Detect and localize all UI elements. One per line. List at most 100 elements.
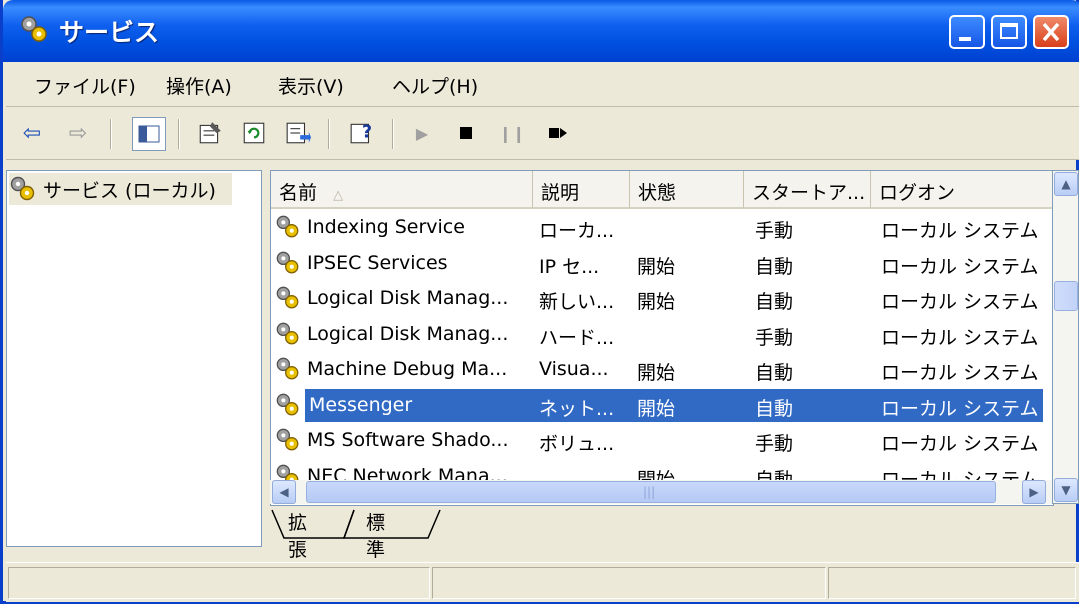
- scroll-up-button[interactable]: ▲: [1054, 172, 1078, 196]
- status-panel-3: [828, 567, 1076, 599]
- cell-name: MS Software Shado...: [307, 429, 509, 451]
- cell-status: 開始: [637, 255, 676, 278]
- cell-logon: ローカル システム: [881, 433, 1039, 455]
- grip-icon: |||: [643, 485, 656, 499]
- horizontal-scroll-thumb[interactable]: |||: [306, 481, 996, 503]
- tree-item-label: サービス (ローカル): [43, 179, 216, 202]
- cell-description: ネット...: [539, 397, 615, 420]
- stop-service-icon: [460, 127, 472, 139]
- table-row[interactable]: Messenger ネット... 開始 自動 ローカル システム: [276, 388, 1043, 422]
- export-list-button[interactable]: [282, 117, 314, 149]
- column-description-label: 説明: [541, 182, 580, 204]
- show-hide-tree-icon: [138, 125, 160, 143]
- title-bar[interactable]: サービス: [3, 0, 1079, 62]
- cell-description: ボリュ...: [539, 433, 615, 455]
- toolbar-separator: [328, 119, 330, 149]
- cell-status: 開始: [637, 291, 676, 313]
- status-panel-1: [8, 567, 430, 599]
- help-button[interactable]: ?: [346, 117, 378, 149]
- cell-logon: ローカル システム: [881, 220, 1039, 242]
- cell-startup-type: 自動: [755, 255, 794, 278]
- show-hide-tree-button[interactable]: [132, 117, 166, 151]
- menu-action[interactable]: 操作(A): [166, 72, 232, 99]
- cell-name: Indexing Service: [307, 216, 465, 238]
- properties-button[interactable]: [194, 117, 226, 149]
- column-status[interactable]: 状態: [630, 171, 744, 209]
- column-startup-type[interactable]: スタートア...: [744, 171, 871, 209]
- cell-logon: ローカル システム: [881, 397, 1039, 420]
- cell-logon: ローカル システム: [881, 291, 1039, 313]
- back-button[interactable]: ⇦: [16, 117, 48, 149]
- cell-startup-type: 手動: [755, 220, 794, 242]
- pause-service-button[interactable]: ❙❙: [496, 117, 528, 149]
- vertical-scrollbar[interactable]: ▲ ▼: [1052, 170, 1079, 504]
- cell-name: IPSEC Services: [307, 251, 448, 274]
- arrow-down-icon: ▼: [1061, 483, 1071, 497]
- restart-service-button[interactable]: [542, 117, 574, 149]
- scroll-left-button[interactable]: ◀: [272, 480, 296, 504]
- table-row[interactable]: Machine Debug Ma... Visua... 開始 自動 ローカル システム: [271, 353, 1041, 386]
- help-icon: ?: [350, 122, 372, 144]
- svg-text:?: ?: [362, 122, 372, 142]
- table-row[interactable]: Logical Disk Manag... 新しい... 開始 自動 ローカル システム: [271, 282, 1041, 315]
- maximize-button[interactable]: [991, 15, 1027, 49]
- cell-logon: ローカル システム: [881, 362, 1039, 384]
- properties-icon: [199, 122, 221, 144]
- export-list-icon: [286, 122, 311, 144]
- arrow-up-icon: ▲: [1061, 177, 1071, 191]
- toolbar: ⇦ ⇨ ? ▶ ❙❙: [6, 107, 1079, 160]
- status-panel-2: [432, 567, 826, 599]
- toolbar-separator: [110, 119, 112, 149]
- horizontal-scrollbar[interactable]: ◀ ||| ▶: [270, 480, 1052, 504]
- content-area: サービス (ローカル) 名前 △ 説明 状態 スタートア... ログオン Ind…: [6, 160, 1079, 561]
- stop-service-button[interactable]: [450, 117, 482, 149]
- arrow-left-icon: ◀: [279, 485, 289, 499]
- vertical-scroll-thumb[interactable]: [1054, 281, 1078, 311]
- pause-service-icon: ❙❙: [498, 123, 526, 143]
- scroll-right-button[interactable]: ▶: [1022, 480, 1046, 504]
- table-row[interactable]: Logical Disk Manag... ハード... 手動 ローカル システム: [271, 318, 1041, 351]
- forward-button[interactable]: ⇨: [62, 117, 94, 149]
- column-header: 名前 △ 説明 状態 スタートア... ログオン: [271, 171, 1053, 209]
- cell-name: Messenger: [309, 393, 413, 416]
- close-button[interactable]: [1033, 15, 1069, 49]
- menu-help[interactable]: ヘルプ(H): [392, 72, 478, 99]
- services-gear-icon: [21, 16, 47, 42]
- column-logon[interactable]: ログオン: [871, 171, 1053, 209]
- menu-bar: ファイル(F) 操作(A) 表示(V) ヘルプ(H): [6, 62, 1079, 107]
- refresh-button[interactable]: [238, 117, 270, 149]
- menu-view[interactable]: 表示(V): [278, 72, 344, 99]
- tree-pane: サービス (ローカル): [6, 170, 262, 547]
- table-row[interactable]: Indexing Service ローカ... 手動 ローカル システム: [271, 211, 1041, 244]
- tab-extended[interactable]: 拡張: [288, 508, 307, 561]
- toolbar-separator: [178, 119, 180, 149]
- cell-name: Machine Debug Ma...: [307, 358, 508, 380]
- start-service-button[interactable]: ▶: [406, 117, 438, 149]
- column-name[interactable]: 名前 △: [271, 171, 533, 209]
- cell-description: IP セ...: [539, 255, 600, 278]
- services-gear-icon: [10, 176, 35, 201]
- refresh-icon: [243, 122, 265, 144]
- minimize-button[interactable]: [949, 15, 985, 49]
- table-row[interactable]: IPSEC Services IP セ... 開始 自動 ローカル システム: [271, 247, 1041, 280]
- sort-ascending-icon: △: [333, 188, 344, 203]
- cell-name: Logical Disk Manag...: [307, 287, 509, 309]
- tab-standard[interactable]: 標準: [366, 508, 385, 561]
- services-window: サービス ファイル(F) 操作(A) 表示(V) ヘルプ(H) ⇦ ⇨ ? ▶ …: [0, 0, 1079, 604]
- menu-file[interactable]: ファイル(F): [34, 72, 136, 99]
- cell-description: ハード...: [539, 326, 615, 349]
- services-list: 名前 △ 説明 状態 スタートア... ログオン Indexing Servic…: [270, 170, 1054, 506]
- scroll-down-button[interactable]: ▼: [1054, 478, 1078, 502]
- table-row[interactable]: MS Software Shado... ボリュ... 手動 ローカル システム: [271, 424, 1041, 457]
- restart-service-icon: [549, 128, 567, 138]
- toolbar-separator: [392, 119, 394, 149]
- tree-item-services-local[interactable]: サービス (ローカル): [9, 173, 232, 205]
- column-logon-label: ログオン: [879, 182, 956, 204]
- status-bar: [6, 562, 1079, 602]
- column-description[interactable]: 説明: [533, 171, 630, 209]
- cell-status: 開始: [637, 397, 676, 420]
- back-icon: ⇦: [22, 120, 42, 146]
- minimize-icon: [959, 37, 971, 41]
- column-status-label: 状態: [638, 182, 677, 204]
- arrow-right-icon: ▶: [1029, 485, 1039, 499]
